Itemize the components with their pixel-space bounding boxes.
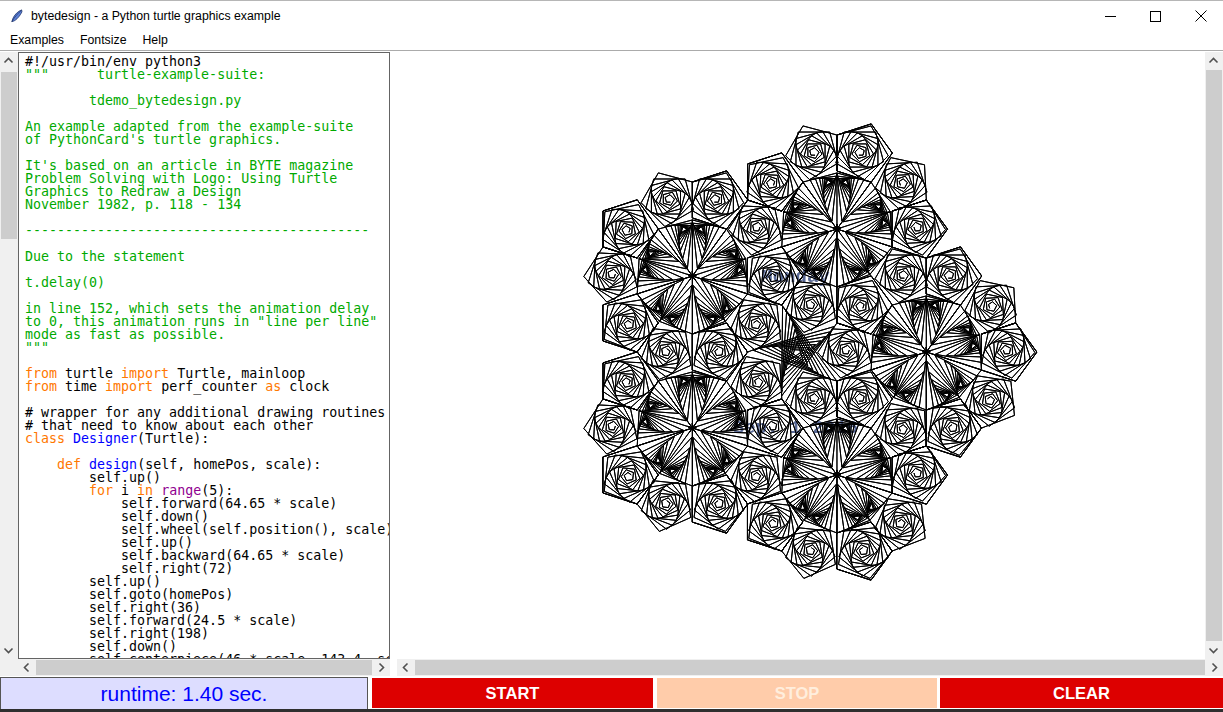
code-hscroll-thumb[interactable] bbox=[36, 660, 372, 675]
title-bar: bytedesign - a Python turtle graphics ex… bbox=[0, 0, 1223, 30]
app-icon bbox=[9, 8, 24, 24]
canvas-vertical-scrollbar[interactable] bbox=[1205, 52, 1223, 659]
source-code-view[interactable]: #!/usr/bin/env python3""" turtle-example… bbox=[18, 52, 390, 659]
code-horizontal-scrollbar[interactable] bbox=[0, 659, 390, 676]
clear-button[interactable]: CLEAR bbox=[940, 678, 1223, 708]
stop-button[interactable]: STOP bbox=[657, 678, 937, 708]
minimize-button[interactable] bbox=[1088, 1, 1133, 31]
scroll-up-icon[interactable] bbox=[1205, 52, 1222, 69]
window-title: bytedesign - a Python turtle graphics ex… bbox=[31, 9, 281, 23]
scroll-left-icon[interactable] bbox=[397, 659, 414, 676]
scroll-left-icon[interactable] bbox=[18, 659, 35, 676]
scroll-right-icon[interactable] bbox=[373, 659, 390, 676]
code-vscroll-thumb[interactable] bbox=[1, 72, 17, 239]
menu-help[interactable]: Help bbox=[134, 31, 175, 49]
canvas-horizontal-scrollbar[interactable] bbox=[397, 659, 1223, 676]
code-content: #!/usr/bin/env python3""" turtle-example… bbox=[19, 53, 389, 659]
runtime-status-label: runtime: 1.40 sec. bbox=[0, 677, 368, 710]
canvas-hscroll-thumb[interactable] bbox=[415, 660, 1205, 675]
scroll-up-icon[interactable] bbox=[0, 52, 17, 69]
scroll-right-icon[interactable] bbox=[1206, 659, 1223, 676]
menu-fontsize[interactable]: Fontsize bbox=[72, 31, 134, 49]
scroll-down-icon[interactable] bbox=[1205, 642, 1222, 659]
menu-examples[interactable]: Examples bbox=[2, 31, 72, 49]
close-icon bbox=[1195, 10, 1207, 22]
scroll-down-icon[interactable] bbox=[0, 642, 17, 659]
maximize-button[interactable] bbox=[1133, 1, 1178, 31]
turtle-drawing bbox=[397, 52, 1205, 659]
maximize-icon bbox=[1150, 11, 1161, 22]
menu-bar: Examples Fontsize Help bbox=[0, 30, 1223, 51]
canvas-vscroll-thumb[interactable] bbox=[1206, 70, 1222, 641]
turtle-canvas bbox=[397, 52, 1205, 659]
start-button[interactable]: START bbox=[372, 678, 653, 708]
minimize-icon bbox=[1105, 11, 1116, 22]
close-button[interactable] bbox=[1178, 1, 1223, 31]
code-vertical-scrollbar[interactable] bbox=[0, 52, 18, 659]
